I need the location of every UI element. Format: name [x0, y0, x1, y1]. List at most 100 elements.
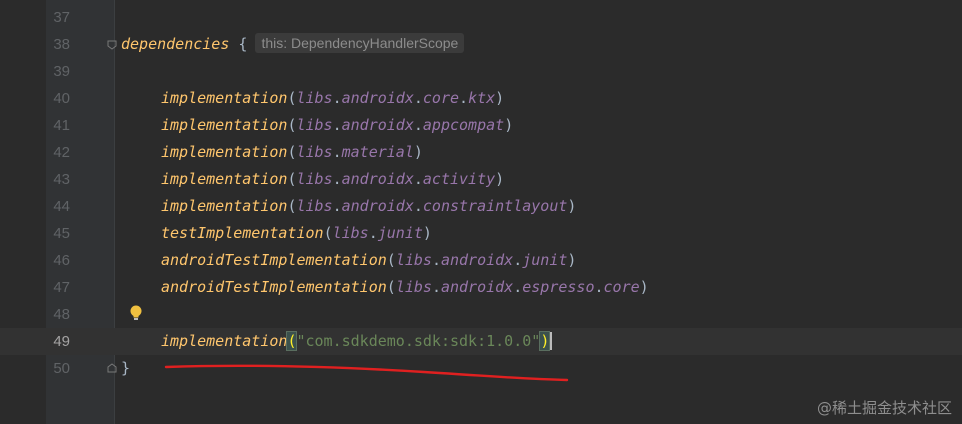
- arg-token: libs: [296, 170, 333, 188]
- line-number: 42: [53, 144, 70, 161]
- code-text: implementation(libs.androidx.appcompat): [161, 112, 513, 139]
- line-number: 38: [53, 36, 70, 53]
- code-line[interactable]: 46 androidTestImplementation(libs.androi…: [0, 247, 962, 274]
- paren: ): [567, 197, 577, 215]
- arg-token: espresso: [522, 278, 595, 296]
- arg-token: androidx: [341, 170, 414, 188]
- line-number: 48: [53, 306, 70, 323]
- string-literal: "com.sdkdemo.sdk:sdk:1.0.0": [296, 332, 541, 350]
- arg-token: .: [513, 251, 523, 269]
- arg-token: .: [459, 89, 469, 107]
- line-number: 40: [53, 90, 70, 107]
- arg-token: junit: [522, 251, 568, 269]
- code-line[interactable]: 48: [0, 301, 962, 328]
- code-line[interactable]: 43 implementation(libs.androidx.activity…: [0, 166, 962, 193]
- paren: ): [639, 278, 649, 296]
- function-call: testImplementation: [161, 224, 324, 242]
- paren: ): [495, 170, 505, 188]
- arg-token: androidx: [341, 89, 414, 107]
- line-number: 44: [53, 198, 70, 215]
- function-call: implementation: [161, 116, 288, 134]
- code-text: implementation("com.sdkdemo.sdk:sdk:1.0.…: [161, 328, 553, 355]
- function-call: implementation: [161, 170, 288, 188]
- paren: ): [495, 89, 505, 107]
- arg-token: androidx: [341, 197, 414, 215]
- line-number: 47: [53, 279, 70, 296]
- function-call: implementation: [161, 89, 288, 107]
- paren: (: [323, 224, 333, 242]
- code-text: androidTestImplementation(libs.androidx.…: [161, 247, 576, 274]
- arg-token: .: [413, 197, 423, 215]
- code-line[interactable]: 44 implementation(libs.androidx.constrai…: [0, 193, 962, 220]
- fold-marker-icon[interactable]: [107, 363, 117, 373]
- arg-token: appcompat: [422, 116, 505, 134]
- open-brace: {: [238, 35, 248, 53]
- function-call: implementation: [161, 143, 288, 161]
- arg-token: .: [594, 278, 604, 296]
- fold-marker-icon[interactable]: [107, 40, 117, 50]
- arg-token: libs: [332, 224, 369, 242]
- arg-token: .: [413, 170, 423, 188]
- line-number: 49: [53, 333, 70, 350]
- line-number: 45: [53, 225, 70, 242]
- code-line[interactable]: 40 implementation(libs.androidx.core.ktx…: [0, 85, 962, 112]
- function-call: androidTestImplementation: [161, 251, 387, 269]
- paren: (: [386, 251, 396, 269]
- annotation-underline: [164, 364, 569, 382]
- arg-token: .: [413, 89, 423, 107]
- current-code-line[interactable]: 49 implementation("com.sdkdemo.sdk:sdk:1…: [0, 328, 962, 355]
- function-call: androidTestImplementation: [161, 278, 387, 296]
- arg-token: androidx: [341, 116, 414, 134]
- code-text: androidTestImplementation(libs.androidx.…: [161, 274, 649, 301]
- line-number: 37: [53, 9, 70, 26]
- arg-token: constraintlayout: [422, 197, 568, 215]
- paren: (: [386, 278, 396, 296]
- arg-token: core: [422, 89, 460, 107]
- code-text: }: [121, 355, 130, 382]
- arg-token: libs: [395, 251, 432, 269]
- arg-token: ktx: [468, 89, 496, 107]
- code-line[interactable]: 41 implementation(libs.androidx.appcompa…: [0, 112, 962, 139]
- arg-token: junit: [377, 224, 423, 242]
- code-line[interactable]: 37: [0, 4, 962, 31]
- arg-token: core: [603, 278, 640, 296]
- arg-token: .: [332, 89, 342, 107]
- arg-token: material: [341, 143, 414, 161]
- arg-token: libs: [395, 278, 432, 296]
- text-caret: [550, 332, 553, 350]
- code-line[interactable]: 39: [0, 58, 962, 85]
- code-text: implementation(libs.androidx.constraintl…: [161, 193, 576, 220]
- matched-paren: ): [539, 331, 551, 351]
- arg-token: androidx: [440, 278, 514, 296]
- code-editor[interactable]: 37 38 dependencies {this: DependencyHand…: [0, 0, 962, 424]
- code-text: implementation(libs.androidx.core.ktx): [161, 85, 504, 112]
- close-brace: }: [121, 359, 131, 377]
- block-keyword: dependencies: [121, 35, 230, 53]
- arg-token: .: [332, 116, 342, 134]
- code-line[interactable]: 47 androidTestImplementation(libs.androi…: [0, 274, 962, 301]
- code-text: testImplementation(libs.junit): [161, 220, 432, 247]
- arg-token: .: [368, 224, 378, 242]
- code-text: implementation(libs.material): [161, 139, 423, 166]
- watermark: @稀土掘金技术社区: [816, 399, 952, 417]
- paren: ): [422, 224, 432, 242]
- paren: ): [504, 116, 514, 134]
- arg-token: .: [431, 251, 441, 269]
- arg-token: .: [431, 278, 441, 296]
- lightbulb-icon[interactable]: [128, 304, 144, 322]
- arg-token: .: [332, 170, 342, 188]
- line-number: 39: [53, 63, 70, 80]
- arg-token: .: [413, 116, 423, 134]
- paren: ): [567, 251, 577, 269]
- code-line[interactable]: 42 implementation(libs.material): [0, 139, 962, 166]
- arg-token: androidx: [440, 251, 514, 269]
- line-number: 46: [53, 252, 70, 269]
- line-number: 41: [53, 117, 70, 134]
- code-line[interactable]: 38 dependencies {this: DependencyHandler…: [0, 31, 962, 58]
- arg-token: libs: [296, 143, 333, 161]
- arg-token: .: [513, 278, 523, 296]
- arg-token: libs: [296, 197, 333, 215]
- line-number: 43: [53, 171, 70, 188]
- code-line[interactable]: 45 testImplementation(libs.junit): [0, 220, 962, 247]
- arg-token: libs: [296, 116, 333, 134]
